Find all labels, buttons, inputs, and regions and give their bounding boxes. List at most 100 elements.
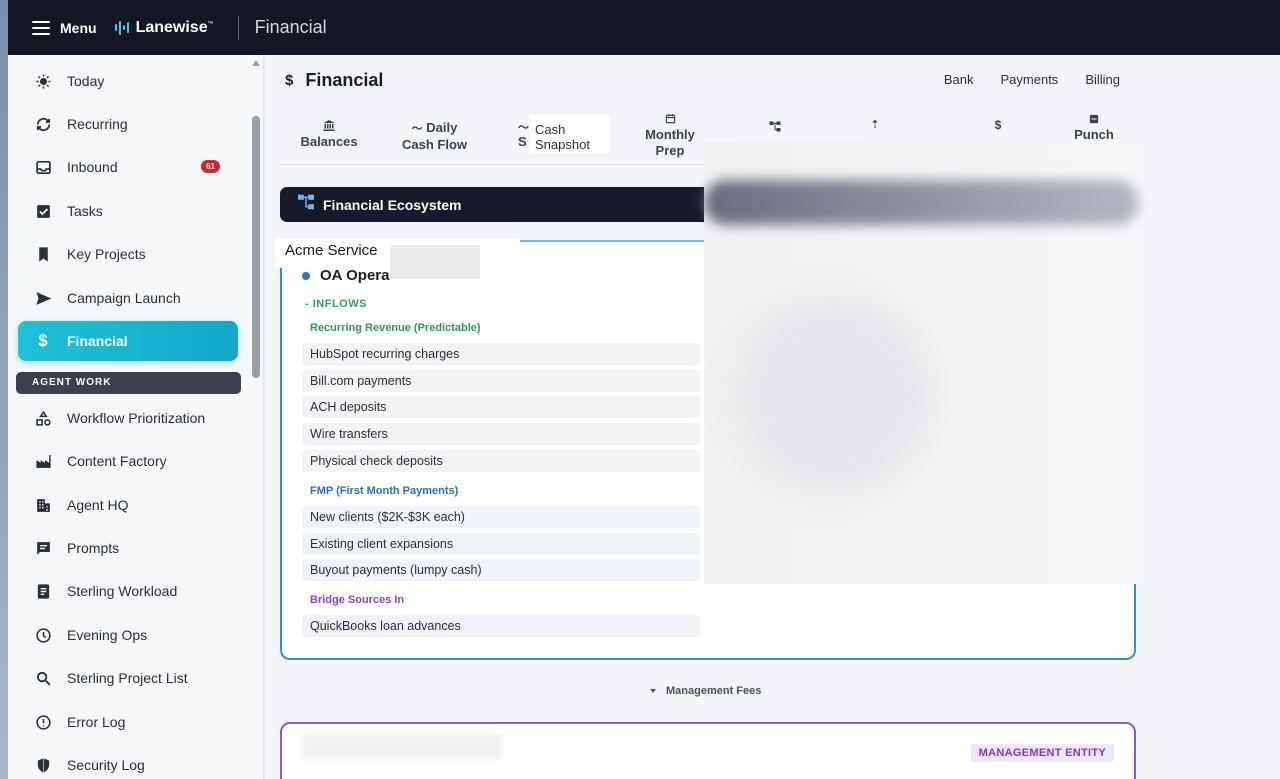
sidebar-item-prompts[interactable]: Prompts [18,528,238,568]
management-entity-card: MANAGEMENT ENTITY [280,722,1136,779]
sidebar-item-key-projects[interactable]: Key Projects [18,234,238,274]
tab-daily-cash-flow[interactable]: 〜 Daily Cash Flow [397,120,472,153]
brand-name: Lanewise™ [135,18,214,36]
agent-work-section-header: AGENT WORK [16,372,241,394]
operating-account-title: OA Opera [320,267,390,284]
sidebar-item-label: Recurring [67,116,128,132]
recurring-revenue-group-title: Recurring Revenue (Predictable) [310,322,481,334]
trend-icon: 〜 [411,123,423,135]
top-divider [237,15,239,40]
sidebar-item-content-factory[interactable]: Content Factory [18,441,238,481]
sidebar-item-label: Evening Ops [67,627,148,643]
trend-icon: 〜 [518,122,529,134]
tab-upload[interactable]: ⇡ [865,117,885,131]
list-item: Existing client expansions [302,533,700,555]
sidebar-item-inbound[interactable]: Inbound 61 [18,147,238,187]
sidebar-item-label: Workflow Prioritization [67,410,206,426]
sidebar-item-recurring[interactable]: Recurring [18,104,238,144]
operating-account-header: OA Opera [302,267,389,284]
fmp-group-title: FMP (First Month Payments) [310,485,459,497]
status-dot-icon [302,271,310,280]
redacted-blur [735,295,935,495]
hamburger-menu-icon[interactable] [32,20,50,35]
tab-ecosystem[interactable] [765,121,785,135]
desktop-edge [0,0,8,779]
bank-link[interactable]: Bank [944,72,974,87]
tab-dollar[interactable]: $ [990,117,1006,132]
scroll-up-arrow-icon[interactable] [252,60,260,66]
scrollbar-thumb[interactable] [252,116,260,378]
sidebar-item-label: Today [67,73,105,89]
sidebar-item-label: Sterling Workload [67,583,178,599]
sidebar-item-label: Content Factory [67,453,167,469]
header-links: Bank Payments Billing [944,72,1120,87]
caret-down-icon [650,689,656,693]
sidebar-item-label: Agent HQ [67,497,129,513]
billing-link[interactable]: Billing [1085,72,1120,87]
sidebar-item-agent-hq[interactable]: Agent HQ [18,485,238,525]
dollar-tab-icon: $ [994,118,1002,132]
clock-icon [34,626,52,644]
redacted-text [302,734,502,759]
page-header: $ Financial [285,70,383,91]
upload-icon: ⇡ [870,119,880,131]
tab-cash-snapshot[interactable]: 〜 S [518,120,530,150]
sidebar-item-sterling-project-list[interactable]: Sterling Project List [18,658,238,698]
top-bar: Menu Lanewise™ Financial [8,0,1280,55]
sidebar-item-today[interactable]: Today [18,61,238,101]
sidebar-item-evening-ops[interactable]: Evening Ops [18,615,238,655]
brand-logo[interactable]: Lanewise™ [114,18,214,37]
menu-button[interactable]: Menu [60,20,97,36]
page-title: Financial [305,70,384,90]
sidebar-item-label: Security Log [67,757,145,773]
inflows-toggle[interactable]: - INFLOWS [305,298,367,310]
brand-mark-icon [114,20,129,36]
section-title: Financial [254,17,327,37]
dollar-icon: $ [38,331,48,350]
factory-icon [34,452,52,470]
inbox-icon [34,158,52,176]
sidebar-item-security-log[interactable]: Security Log [18,745,238,779]
sidebar-item-label: Financial [67,333,128,349]
redacted-blur [704,180,1139,225]
management-fees-toggle[interactable]: Management Fees [650,685,761,697]
sidebar-item-label: Tasks [67,203,103,219]
sun-icon [34,72,52,90]
list-item: Physical check deposits [302,450,700,472]
inbound-count-badge: 61 [201,160,220,173]
bridge-sources-group-title: Bridge Sources In [310,594,405,606]
sidebar-scrollbar[interactable] [252,58,260,778]
tab-monthly-prep[interactable]: Monthly Prep [641,113,699,159]
sidebar-item-workflow-prioritization[interactable]: Workflow Prioritization [18,398,238,438]
sidebar-item-error-log[interactable]: Error Log [18,702,238,742]
checkbox-icon [34,202,52,220]
search-icon [34,669,52,687]
sidebar-item-tasks[interactable]: Tasks [18,191,238,231]
alert-icon [34,713,52,731]
sidebar-item-financial[interactable]: $ Financial [18,321,238,361]
hierarchy-icon [765,121,785,135]
document-icon [34,582,52,600]
sidebar-item-campaign-launch[interactable]: Campaign Launch [18,278,238,318]
payments-link[interactable]: Payments [1001,72,1059,87]
shield-icon [34,756,52,774]
calendar-icon [641,113,699,127]
sidebar: Today Recurring Inbound 61 Tasks Key Pro… [8,55,264,779]
redacted-text [390,245,480,279]
list-item: QuickBooks loan advances [302,615,700,637]
dollar-icon: $ [285,72,294,89]
hierarchy-icon [297,194,315,215]
sidebar-item-label: Prompts [67,540,120,556]
sidebar-item-label: Sterling Project List [67,670,188,686]
tab-punch[interactable]: Punch [1070,113,1118,143]
tab-balances[interactable]: Balances [295,120,363,150]
send-icon [34,289,52,307]
refresh-icon [34,115,52,133]
sidebar-item-sterling-workload[interactable]: Sterling Workload [18,571,238,611]
sidebar-item-label: Inbound [67,159,118,175]
sidebar-item-label: Error Log [67,714,126,730]
financial-ecosystem-title: Financial Ecosystem [323,196,462,213]
list-item: ACH deposits [302,396,700,418]
cash-snapshot-label[interactable]: Cash Snapshot [530,115,610,153]
shapes-icon [34,409,52,427]
